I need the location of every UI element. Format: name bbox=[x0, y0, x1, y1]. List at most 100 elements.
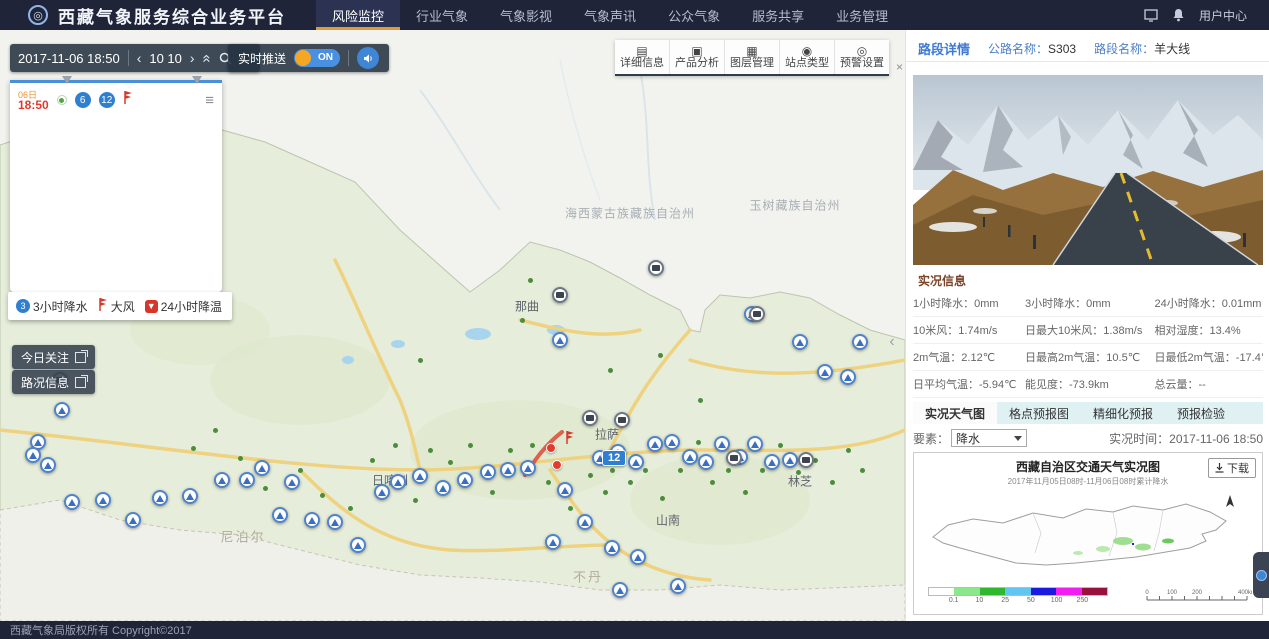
station-marker[interactable] bbox=[817, 364, 833, 380]
quick-button-road-info[interactable]: 路况信息 bbox=[12, 370, 95, 394]
station-marker[interactable] bbox=[214, 472, 230, 488]
station-marker[interactable] bbox=[304, 512, 320, 528]
station-marker[interactable] bbox=[840, 369, 856, 385]
quick-button-today-focus[interactable]: 今日关注 bbox=[12, 345, 95, 369]
step-next-button[interactable]: › bbox=[190, 50, 195, 66]
camera-marker[interactable] bbox=[749, 306, 765, 322]
element-select[interactable]: 降水 bbox=[951, 429, 1027, 447]
download-button[interactable]: 下载 bbox=[1208, 458, 1256, 478]
badge-6h[interactable]: 6 bbox=[75, 92, 91, 108]
toolbar-details[interactable]: ▤详细信息 bbox=[615, 40, 670, 74]
station-marker[interactable] bbox=[480, 464, 496, 480]
legend-item[interactable]: 大风 bbox=[98, 297, 135, 315]
wind-flag-icon[interactable] bbox=[123, 90, 133, 110]
nav-item[interactable]: 气象影视 bbox=[484, 0, 568, 30]
station-marker[interactable] bbox=[647, 436, 663, 452]
legend-close-icon[interactable]: × bbox=[896, 60, 903, 74]
station-marker[interactable] bbox=[577, 514, 593, 530]
station-marker[interactable] bbox=[604, 540, 620, 556]
station-marker[interactable] bbox=[272, 507, 288, 523]
station-marker[interactable] bbox=[552, 332, 568, 348]
alert-point[interactable] bbox=[552, 460, 562, 470]
nav-item[interactable]: 业务管理 bbox=[820, 0, 904, 30]
station-marker[interactable] bbox=[520, 460, 536, 476]
panel-collapse-handle[interactable]: ‹ bbox=[884, 322, 900, 362]
station-marker[interactable] bbox=[374, 484, 390, 500]
station-marker[interactable] bbox=[664, 434, 680, 450]
monitor-icon[interactable] bbox=[1144, 8, 1158, 22]
station-marker[interactable] bbox=[95, 492, 111, 508]
camera-marker[interactable] bbox=[582, 410, 598, 426]
camera-marker[interactable] bbox=[552, 287, 568, 303]
bell-icon[interactable] bbox=[1172, 8, 1185, 22]
nav-item[interactable]: 行业气象 bbox=[400, 0, 484, 30]
station-marker[interactable] bbox=[40, 457, 56, 473]
tab-格点预报图[interactable]: 格点预报图 bbox=[997, 402, 1081, 424]
toolbar-product-analysis[interactable]: ▣产品分析 bbox=[670, 40, 725, 74]
timeline-track[interactable] bbox=[10, 80, 222, 83]
station-marker[interactable] bbox=[457, 472, 473, 488]
timeline-pin[interactable] bbox=[192, 76, 202, 84]
station-marker[interactable] bbox=[152, 490, 168, 506]
nav-item[interactable]: 公众气象 bbox=[652, 0, 736, 30]
station-marker[interactable] bbox=[500, 462, 516, 478]
station-marker[interactable] bbox=[698, 454, 714, 470]
station-marker[interactable] bbox=[792, 334, 808, 350]
camera-marker[interactable] bbox=[798, 452, 814, 468]
station-marker[interactable] bbox=[545, 534, 561, 550]
contact-side-tab[interactable] bbox=[1253, 552, 1269, 598]
station-marker[interactable] bbox=[630, 549, 646, 565]
legend-item[interactable]: ▼24小时降温 bbox=[145, 298, 222, 315]
camera-marker[interactable] bbox=[726, 450, 742, 466]
station-marker[interactable] bbox=[764, 454, 780, 470]
list-icon[interactable]: ≡ bbox=[205, 92, 214, 109]
station-marker[interactable] bbox=[682, 449, 698, 465]
station-marker[interactable] bbox=[557, 482, 573, 498]
map-badge-12[interactable]: 12 bbox=[602, 450, 626, 466]
map-area[interactable]: 海西蒙古族藏族自治州玉树藏族自治州那曲拉萨日喀则山南林芝尼泊尔不丹 12 201… bbox=[0, 30, 905, 621]
tab-预报检验[interactable]: 预报检验 bbox=[1165, 402, 1237, 424]
station-marker[interactable] bbox=[64, 494, 80, 510]
station-marker[interactable] bbox=[54, 402, 70, 418]
push-toggle[interactable]: ON bbox=[294, 49, 340, 67]
timeline-pin[interactable] bbox=[62, 76, 72, 84]
badge-12h[interactable]: 12 bbox=[99, 92, 115, 108]
map-wind-flag-icon[interactable] bbox=[565, 430, 575, 450]
collapse-up-button[interactable]: « bbox=[198, 54, 215, 62]
station-marker[interactable] bbox=[182, 488, 198, 504]
station-marker[interactable] bbox=[25, 447, 41, 463]
station-marker[interactable] bbox=[714, 436, 730, 452]
station-marker[interactable] bbox=[852, 334, 868, 350]
tab-实况天气图[interactable]: 实况天气图 bbox=[913, 402, 997, 424]
speaker-icon[interactable] bbox=[357, 47, 379, 69]
camera-marker[interactable] bbox=[614, 412, 630, 428]
station-marker[interactable] bbox=[125, 512, 141, 528]
station-marker[interactable] bbox=[782, 452, 798, 468]
alert-point[interactable] bbox=[546, 443, 556, 453]
station-marker[interactable] bbox=[670, 578, 686, 594]
live-info-row: 2m气温：2.12℃日最高2m气温：10.5℃日最低2m气温：-17.4℃ bbox=[913, 344, 1263, 371]
station-marker[interactable] bbox=[390, 474, 406, 490]
legend-item[interactable]: 33小时降水 bbox=[16, 298, 88, 315]
toolbar-alert-settings[interactable]: ◎预警设置 bbox=[835, 40, 889, 74]
station-marker[interactable] bbox=[350, 537, 366, 553]
datetime-display[interactable]: 2017-11-06 18:50 bbox=[18, 51, 120, 66]
nav-item[interactable]: 气象声讯 bbox=[568, 0, 652, 30]
nav-item[interactable]: 风险监控 bbox=[316, 0, 400, 30]
nav-item[interactable]: 服务共享 bbox=[736, 0, 820, 30]
station-marker[interactable] bbox=[239, 472, 255, 488]
station-marker[interactable] bbox=[254, 460, 270, 476]
tab-精细化预报[interactable]: 精细化预报 bbox=[1081, 402, 1165, 424]
station-marker[interactable] bbox=[747, 436, 763, 452]
station-marker[interactable] bbox=[612, 582, 628, 598]
station-marker[interactable] bbox=[435, 480, 451, 496]
station-marker[interactable] bbox=[628, 454, 644, 470]
user-center-link[interactable]: 用户中心 bbox=[1199, 7, 1247, 24]
station-marker[interactable] bbox=[412, 468, 428, 484]
camera-marker[interactable] bbox=[648, 260, 664, 276]
toolbar-layer-manage[interactable]: ▦图层管理 bbox=[725, 40, 780, 74]
station-marker[interactable] bbox=[327, 514, 343, 530]
toolbar-site-type[interactable]: ◉站点类型 bbox=[780, 40, 835, 74]
station-marker[interactable] bbox=[284, 474, 300, 490]
step-prev-button[interactable]: ‹ bbox=[137, 50, 142, 66]
